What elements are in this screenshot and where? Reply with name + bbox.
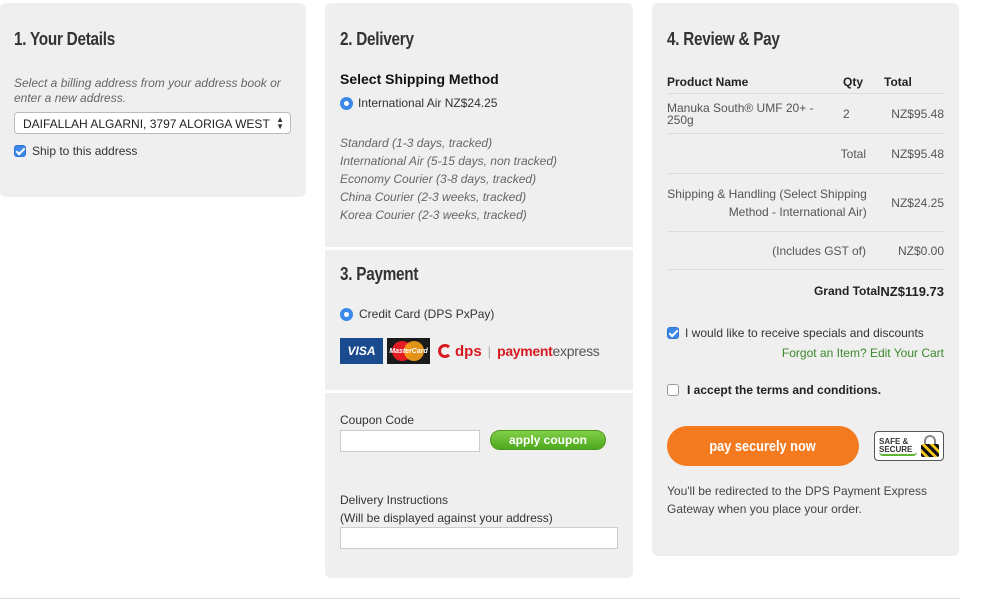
subtotal-row: Total NZ$95.48 bbox=[667, 134, 944, 174]
visa-logo: VISA bbox=[340, 338, 383, 364]
your-details-panel: 1. Your Details Select a billing address… bbox=[0, 3, 306, 197]
shipping-method-radio[interactable] bbox=[340, 96, 353, 110]
shipping-option-info: Korea Courier (2-3 weeks, tracked) bbox=[340, 208, 527, 222]
review-pay-panel: 4. Review & Pay Product Name Qty Total M… bbox=[652, 3, 959, 556]
ship-to-address-label: Ship to this address bbox=[32, 144, 138, 158]
shipping-option-info: Economy Courier (3-8 days, tracked) bbox=[340, 172, 537, 186]
coupon-label: Coupon Code bbox=[340, 413, 415, 427]
table-header: Product Name Qty Total bbox=[667, 70, 944, 94]
dps-swirl-icon bbox=[438, 344, 452, 358]
payment-method-radio[interactable] bbox=[340, 307, 353, 321]
delivery-instructions-input[interactable] bbox=[340, 527, 618, 549]
footer-divider bbox=[0, 598, 960, 599]
payment-option[interactable]: Credit Card (DPS PxPay) bbox=[340, 307, 494, 321]
gst-row: (Includes GST of) NZ$0.00 bbox=[667, 232, 944, 270]
your-details-title: 1. Your Details bbox=[14, 29, 116, 49]
delivery-instructions-label: Delivery Instructions (Will be displayed… bbox=[340, 493, 553, 525]
delivery-title: 2. Delivery bbox=[340, 29, 414, 49]
grand-total-row: Grand Total NZ$119.73 bbox=[813, 283, 944, 299]
shipping-row: Shipping & Handling (Select Shipping Met… bbox=[667, 174, 944, 232]
table-row: Manuka South® UMF 20+ - 250g 2 NZ$95.48 bbox=[667, 94, 944, 134]
dps-payment-express-logo: dps | paymentexpress bbox=[438, 343, 600, 360]
coupon-input[interactable] bbox=[340, 430, 480, 452]
redirect-note: You'll be redirected to the DPS Payment … bbox=[667, 484, 927, 516]
product-name: Manuka South® UMF 20+ - 250g bbox=[667, 100, 814, 127]
billing-address-value: DAIFALLAH ALGARNI, 3797 ALORIGA WEST bbox=[23, 117, 270, 131]
ship-to-address-checkbox[interactable] bbox=[14, 145, 26, 157]
review-pay-title: 4. Review & Pay bbox=[667, 29, 780, 49]
order-review-table: Product Name Qty Total Manuka South® UMF… bbox=[667, 70, 944, 312]
pay-securely-button[interactable]: pay securely now bbox=[667, 426, 859, 466]
payment-logos: VISA MasterCard dps | paymentexpress bbox=[340, 338, 600, 364]
ship-to-address-row[interactable]: Ship to this address bbox=[14, 144, 137, 158]
shipping-option-info: China Courier (2-3 weeks, tracked) bbox=[340, 190, 527, 204]
billing-address-select[interactable]: DAIFALLAH ALGARNI, 3797 ALORIGA WEST ▲ ▼ bbox=[14, 112, 291, 134]
terms-label: I accept the terms and conditions. bbox=[687, 383, 882, 397]
coupon-panel: Coupon Code apply coupon Delivery Instru… bbox=[325, 393, 633, 578]
payment-panel: 3. Payment Credit Card (DPS PxPay) VISA … bbox=[325, 250, 633, 390]
mastercard-logo: MasterCard bbox=[387, 338, 430, 364]
select-arrows-icon: ▲ ▼ bbox=[276, 115, 284, 131]
payment-title: 3. Payment bbox=[340, 264, 419, 284]
product-qty: 2 bbox=[843, 106, 850, 121]
padlock-icon bbox=[921, 435, 939, 457]
shipping-method-heading: Select Shipping Method bbox=[340, 71, 499, 87]
terms-checkbox[interactable] bbox=[667, 384, 679, 396]
terms-row[interactable]: I accept the terms and conditions. bbox=[667, 383, 881, 397]
specials-label: I would like to receive specials and dis… bbox=[685, 326, 924, 340]
specials-checkbox[interactable] bbox=[667, 327, 679, 339]
edit-cart-link[interactable]: Forgot an Item? Edit Your Cart bbox=[782, 346, 944, 360]
apply-coupon-button[interactable]: apply coupon bbox=[490, 430, 606, 450]
shipping-option-info: Standard (1-3 days, tracked) bbox=[340, 136, 493, 150]
shipping-method-option[interactable]: International Air NZ$24.25 bbox=[340, 96, 497, 110]
billing-hint: Select a billing address from your addre… bbox=[14, 76, 281, 105]
product-total: NZ$95.48 bbox=[891, 106, 944, 121]
shipping-options-list: Standard (1-3 days, tracked) Internation… bbox=[340, 134, 557, 224]
payment-method-label: Credit Card (DPS PxPay) bbox=[359, 307, 495, 321]
shipping-method-label: International Air NZ$24.25 bbox=[358, 96, 498, 110]
shipping-option-info: International Air (5-15 days, non tracke… bbox=[340, 154, 558, 168]
delivery-panel: 2. Delivery Select Shipping Method Inter… bbox=[325, 3, 633, 247]
safe-secure-badge: SAFE & SECURE bbox=[874, 431, 944, 461]
specials-row[interactable]: I would like to receive specials and dis… bbox=[667, 326, 924, 340]
